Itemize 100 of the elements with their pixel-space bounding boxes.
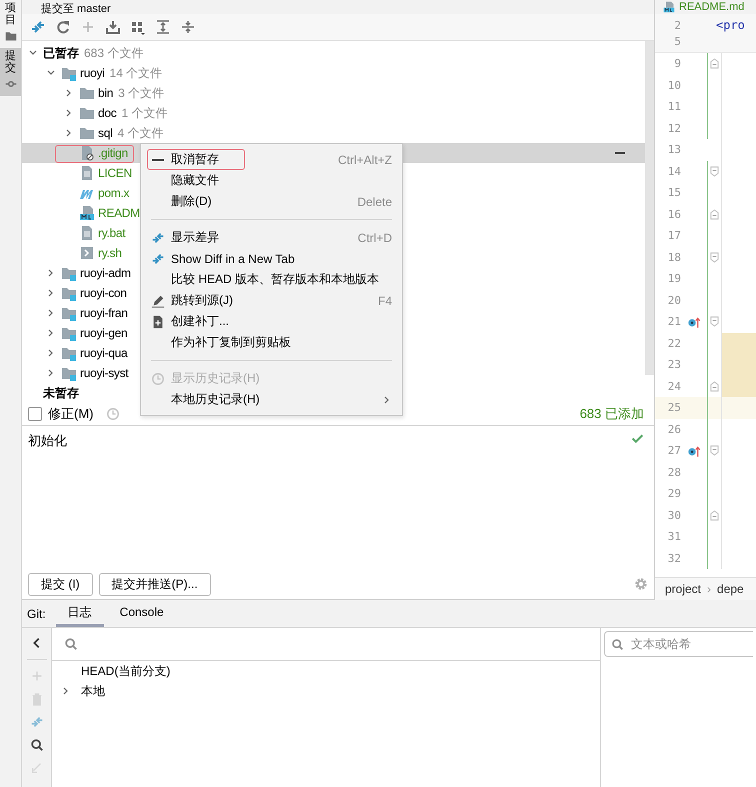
line-number: 15 <box>666 186 681 200</box>
markdown-file-icon <box>79 205 95 221</box>
search-icon <box>611 638 624 651</box>
grid-icon[interactable] <box>130 19 146 35</box>
file-name[interactable]: READM <box>98 206 140 220</box>
module-folder-icon <box>61 365 77 381</box>
text-file-icon <box>79 225 95 241</box>
line-number: 9 <box>673 57 681 70</box>
file-count: 683 个文件 <box>84 44 144 62</box>
fold-marker-icon[interactable] <box>710 58 719 70</box>
fold-marker-icon[interactable] <box>710 380 719 392</box>
line-number: 13 <box>666 143 681 156</box>
search-icon[interactable] <box>30 738 44 752</box>
menu-item[interactable]: 创建补丁... <box>141 311 402 332</box>
markdown-file-icon <box>663 1 675 13</box>
line-number: 27 <box>666 444 681 458</box>
line-number: 10 <box>666 78 681 92</box>
file-name[interactable]: ruoyi-con <box>80 286 127 300</box>
filter-field[interactable]: 文本或哈希 <box>604 631 753 657</box>
line-number: 21 <box>666 315 681 328</box>
menu-item[interactable]: 显示差异 Ctrl+D <box>141 227 402 248</box>
file-name[interactable]: bin <box>98 86 114 100</box>
branch-item[interactable]: 本地 <box>81 682 105 700</box>
line-number: 32 <box>666 552 681 565</box>
download-icon[interactable] <box>105 19 121 35</box>
line-number: 23 <box>666 358 681 372</box>
checkbox[interactable] <box>28 407 42 421</box>
line-number: 14 <box>666 164 681 178</box>
override-marker-icon[interactable] <box>688 444 700 457</box>
minus-icon <box>152 158 164 160</box>
commit-button[interactable]: 提交 (I) <box>28 572 93 596</box>
file-name[interactable]: ry.sh <box>98 246 122 260</box>
side-tab[interactable]: 提交 <box>0 48 21 96</box>
file-name[interactable]: sql <box>98 126 112 140</box>
side-tab[interactable]: 项目 <box>0 0 21 48</box>
line-number: 22 <box>666 336 681 350</box>
line-number: 26 <box>666 422 681 436</box>
module-folder-icon <box>61 265 77 281</box>
menu-item[interactable]: 跳转到源(J) F4 <box>141 290 402 311</box>
file-name[interactable]: ruoyi <box>80 66 105 80</box>
fold-marker-icon[interactable] <box>710 510 719 521</box>
breadcrumb-item[interactable]: depe <box>717 582 744 596</box>
file-count: 4 个文件 <box>117 124 164 142</box>
diff-arrows-icon <box>151 252 165 266</box>
panel-tab[interactable]: Console <box>108 600 176 627</box>
file-name[interactable]: ruoyi-adm <box>80 266 131 280</box>
module-folder-icon <box>61 285 77 301</box>
file-name[interactable]: ry.bat <box>98 226 126 240</box>
menu-item[interactable]: 本地历史记录(H) <box>141 389 402 410</box>
refresh-icon[interactable] <box>55 19 71 35</box>
module-folder-icon <box>61 305 77 321</box>
file-name[interactable]: 未暂存 <box>43 384 79 402</box>
fold-marker-icon[interactable] <box>710 316 719 328</box>
line-number: 30 <box>666 508 681 522</box>
expand-all-icon[interactable] <box>155 19 171 35</box>
clock-icon <box>151 372 165 386</box>
panel-tab[interactable]: 日志 <box>56 600 104 627</box>
branch-item[interactable]: HEAD(当前分支) <box>81 662 170 680</box>
file-name[interactable]: pom.x <box>98 186 130 200</box>
code-text: <pro <box>716 18 745 32</box>
collapse-all-icon[interactable] <box>180 19 196 35</box>
text-file-icon <box>79 165 95 181</box>
file-name[interactable]: ruoyi-syst <box>80 366 128 380</box>
file-name[interactable]: ruoyi-gen <box>80 326 128 340</box>
line-number: 29 <box>666 487 681 500</box>
folder-icon <box>79 125 95 141</box>
line-number: 16 <box>666 208 681 221</box>
diff-arrows-icon <box>151 230 165 244</box>
override-marker-icon[interactable] <box>688 316 700 328</box>
file-name[interactable]: doc <box>98 106 116 120</box>
fold-marker-icon[interactable] <box>710 445 719 456</box>
file-name[interactable]: LICEN <box>98 166 132 180</box>
menu-item[interactable]: Show Diff in a New Tab <box>141 248 402 269</box>
line-number: 18 <box>666 250 681 264</box>
ignored-file-icon <box>79 145 95 161</box>
patch-file-icon <box>151 314 165 328</box>
breadcrumb-separator: › <box>707 582 712 596</box>
line-number: 20 <box>666 294 681 307</box>
breadcrumb-item[interactable]: project <box>665 582 702 596</box>
line-number: 5 <box>673 34 681 48</box>
file-name[interactable]: ruoyi-qua <box>80 346 128 360</box>
menu-item[interactable]: 作为补丁复制到剪贴板 <box>141 332 402 353</box>
menu-item[interactable]: 删除(D) Delete <box>141 191 402 212</box>
scrollbar[interactable] <box>645 41 654 375</box>
line-number: 12 <box>666 122 681 135</box>
menu-item[interactable]: 取消暂存 Ctrl+Alt+Z <box>141 149 402 170</box>
file-name[interactable]: ruoyi-fran <box>80 306 128 320</box>
fold-marker-icon[interactable] <box>710 208 719 220</box>
commit-button[interactable]: 提交并推送(P)... <box>98 572 211 596</box>
menu-item[interactable]: 隐藏文件 <box>141 170 402 191</box>
diff-arrows-icon[interactable] <box>30 19 46 35</box>
checkbox-label[interactable]: 修正(M) <box>48 405 94 423</box>
checkmark-icon <box>631 432 644 445</box>
fold-marker-icon[interactable] <box>710 252 719 263</box>
fold-marker-icon[interactable] <box>710 166 719 177</box>
menu-item[interactable]: 比较 HEAD 版本、暂存版本和本地版本 <box>141 269 402 290</box>
search-icon <box>64 637 78 651</box>
commit-message-text[interactable]: 初始化 <box>28 432 67 450</box>
file-name[interactable]: 已暂存 <box>43 44 79 62</box>
line-number: 19 <box>666 272 681 286</box>
